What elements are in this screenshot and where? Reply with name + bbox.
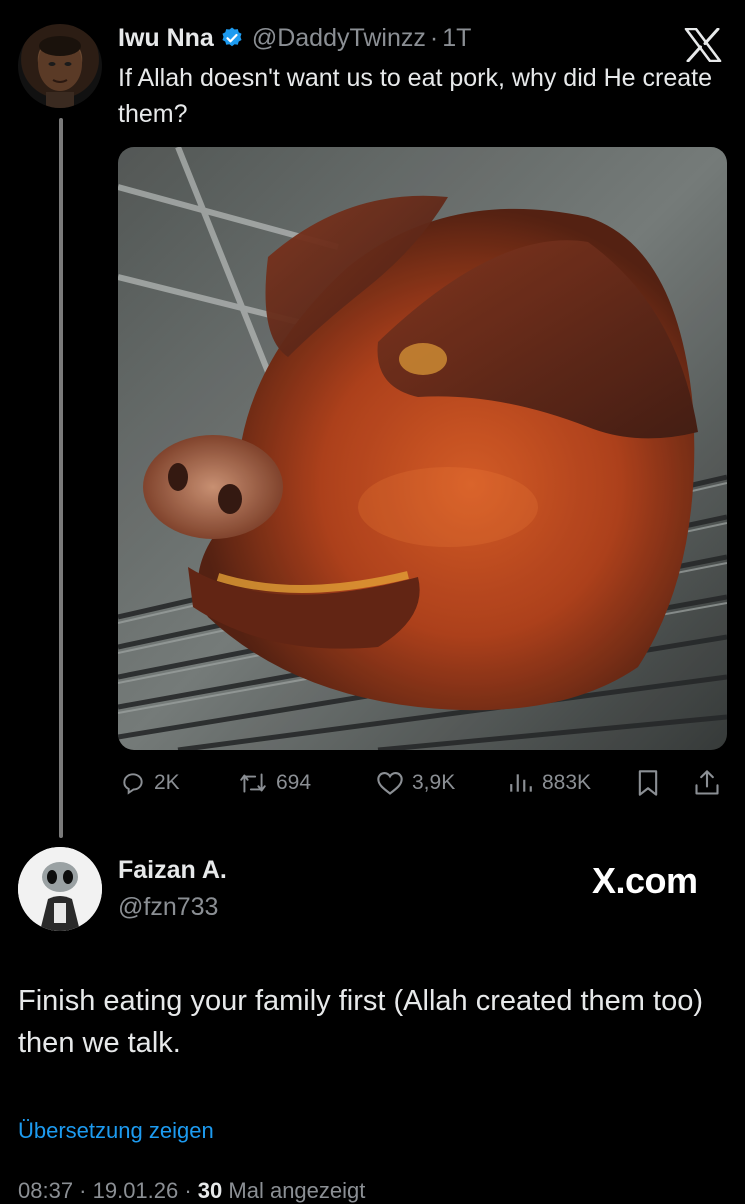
reply-text: Finish eating your family first (Allah c…: [18, 985, 703, 1059]
reply-avatar[interactable]: [18, 847, 102, 931]
views-button[interactable]: 883K: [508, 765, 591, 801]
tweet-time[interactable]: 1T: [442, 24, 471, 53]
verified-badge-icon: [222, 27, 242, 47]
tweet-media-image[interactable]: [118, 147, 727, 750]
views-count: 883K: [542, 771, 592, 794]
like-count: 3,9K: [412, 771, 456, 794]
reply-button[interactable]: 2K: [120, 765, 180, 801]
repost-count: 694: [276, 771, 312, 794]
thread-connector: [59, 118, 63, 838]
reply-meta: 08:37 · 19.01.26 · 30 Mal angezeigt: [18, 1178, 365, 1204]
heart-icon: [377, 772, 403, 795]
bookmark-icon: [638, 770, 658, 796]
repost-icon: [240, 773, 266, 793]
like-button[interactable]: 3,9K: [376, 765, 455, 801]
reply-timestamp[interactable]: 08:37 · 19.01.26 ·: [18, 1178, 198, 1203]
reply-author-name[interactable]: Faizan A.: [118, 856, 227, 885]
bookmark-button[interactable]: [636, 765, 668, 801]
tweet-header: Iwu Nna @DaddyTwinzz · 1T: [118, 22, 471, 54]
reply-icon: [123, 773, 143, 795]
show-translation-link[interactable]: Übersetzung zeigen: [18, 1118, 214, 1144]
author-avatar[interactable]: [18, 24, 102, 108]
share-button[interactable]: [694, 765, 728, 801]
tweet-text: If Allah doesn't want us to eat pork, wh…: [118, 64, 712, 128]
separator-dot: ·: [429, 23, 439, 52]
reply-views-count: 30: [197, 1178, 223, 1203]
author-name[interactable]: Iwu Nna: [118, 24, 214, 53]
reply-views-label: Mal angezeigt: [222, 1178, 366, 1203]
x-logo-icon: [684, 28, 722, 62]
author-handle[interactable]: @DaddyTwinzz: [252, 24, 426, 53]
views-chart-icon: [510, 774, 532, 792]
tweet-actions: 2K 694 3,9K 883K: [118, 765, 728, 801]
roast-pig-head-photo-icon: [118, 147, 727, 750]
reply-author-handle[interactable]: @fzn733: [118, 893, 218, 922]
repost-button[interactable]: 694: [238, 765, 311, 801]
reply-count: 2K: [154, 771, 180, 794]
x-com-brand: X.com: [592, 860, 698, 901]
share-icon: [695, 770, 719, 795]
